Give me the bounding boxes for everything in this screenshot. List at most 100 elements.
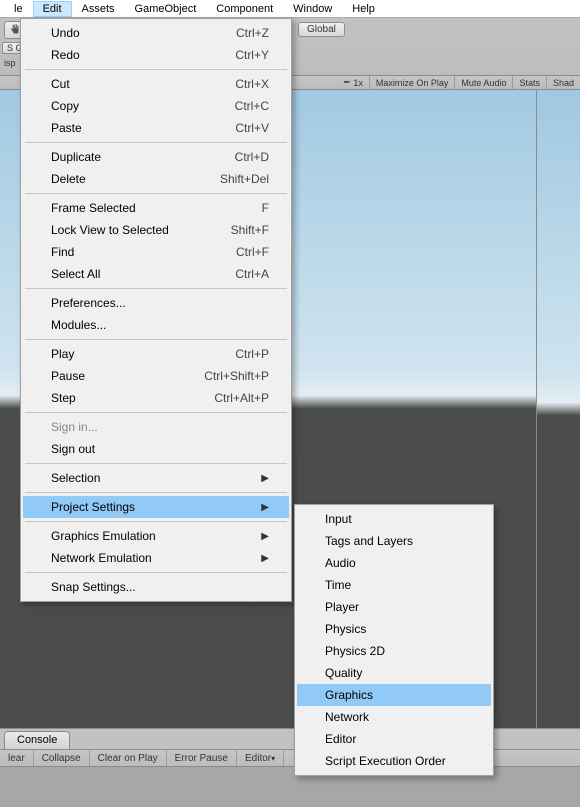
submenu-item-label: Audio: [325, 556, 356, 570]
menu-item-duplicate[interactable]: DuplicateCtrl+D: [23, 146, 289, 168]
submenu-item-player[interactable]: Player: [297, 596, 491, 618]
menu-item-label: Undo: [51, 26, 80, 40]
menu-item-redo[interactable]: RedoCtrl+Y: [23, 44, 289, 66]
maximize-on-play-toggle[interactable]: Maximize On Play: [370, 76, 456, 89]
submenu-item-label: Script Execution Order: [325, 754, 446, 768]
menu-item-label: Frame Selected: [51, 201, 136, 215]
menu-item-label: Preferences...: [51, 296, 126, 310]
menu-separator: [25, 193, 287, 194]
menu-item-sign-out[interactable]: Sign out: [23, 438, 289, 460]
menu-item-shortcut: Ctrl+V: [235, 121, 269, 135]
console-collapse-toggle[interactable]: Collapse: [34, 750, 90, 766]
menubar: le Edit Assets GameObject Component Wind…: [0, 0, 580, 18]
menu-item-shortcut: Ctrl+C: [235, 99, 269, 113]
mute-audio-toggle[interactable]: Mute Audio: [455, 76, 513, 89]
menu-item-network-emulation[interactable]: Network Emulation▶: [23, 547, 289, 569]
menu-item-label: Cut: [51, 77, 70, 91]
menu-item-delete[interactable]: Delete Shift+Del: [23, 168, 289, 190]
menu-separator: [25, 339, 287, 340]
project-settings-submenu: InputTags and LayersAudioTimePlayerPhysi…: [294, 504, 494, 776]
tab-console[interactable]: Console: [4, 731, 70, 749]
menu-gameobject[interactable]: GameObject: [125, 1, 207, 17]
menu-separator: [25, 492, 287, 493]
menu-item-label: Project Settings: [51, 500, 135, 514]
submenu-arrow-icon: ▶: [261, 502, 269, 513]
scale-indicator: ━1x: [338, 76, 370, 89]
disp-fragment: isp: [2, 58, 16, 68]
menu-item-frame-selected[interactable]: Frame SelectedF: [23, 197, 289, 219]
menu-item-copy[interactable]: Copy Ctrl+C: [23, 95, 289, 117]
menu-item-label: Delete: [51, 172, 86, 186]
console-editor-dropdown[interactable]: Editor: [237, 750, 284, 766]
menu-item-lock-view-to-selected[interactable]: Lock View to SelectedShift+F: [23, 219, 289, 241]
menu-item-label: Selection: [51, 471, 100, 485]
menu-separator: [25, 142, 287, 143]
menu-item-graphics-emulation[interactable]: Graphics Emulation▶: [23, 525, 289, 547]
menu-item-paste[interactable]: Paste Ctrl+V: [23, 117, 289, 139]
submenu-item-label: Editor: [325, 732, 356, 746]
menu-item-modules[interactable]: Modules...: [23, 314, 289, 336]
menu-item-project-settings[interactable]: Project Settings ▶: [23, 496, 289, 518]
menu-edit[interactable]: Edit: [33, 1, 72, 17]
scene-panel: ✱ Sc: [536, 76, 580, 728]
menu-item-play[interactable]: Play Ctrl+P: [23, 343, 289, 365]
menu-item-shortcut: Shift+Del: [220, 172, 269, 186]
console-clear-on-play-toggle[interactable]: Clear on Play: [90, 750, 167, 766]
menu-separator: [25, 572, 287, 573]
console-error-pause-toggle[interactable]: Error Pause: [167, 750, 237, 766]
menu-item-preferences[interactable]: Preferences...: [23, 292, 289, 314]
menu-item-pause[interactable]: PauseCtrl+Shift+P: [23, 365, 289, 387]
submenu-item-label: Graphics: [325, 688, 373, 702]
menu-item-find[interactable]: FindCtrl+F: [23, 241, 289, 263]
menu-item-label: Select All: [51, 267, 100, 281]
menu-item-select-all[interactable]: Select All Ctrl+A: [23, 263, 289, 285]
edit-menu-dropdown: Undo Ctrl+Z RedoCtrl+Y CutCtrl+X Copy Ctrl+C P…: [20, 18, 292, 602]
menu-separator: [25, 463, 287, 464]
menu-item-shortcut: Ctrl+F: [236, 245, 269, 259]
stats-toggle[interactable]: Stats: [513, 76, 547, 89]
submenu-item-label: Time: [325, 578, 351, 592]
submenu-item-audio[interactable]: Audio: [297, 552, 491, 574]
menu-item-snap-settings[interactable]: Snap Settings...: [23, 576, 289, 598]
menu-item-shortcut: Ctrl+Y: [235, 48, 269, 62]
console-clear-button[interactable]: lear: [0, 750, 34, 766]
submenu-item-time[interactable]: Time: [297, 574, 491, 596]
menu-separator: [25, 69, 287, 70]
submenu-item-graphics[interactable]: Graphics: [297, 684, 491, 706]
submenu-arrow-icon: ▶: [261, 473, 269, 484]
menu-assets[interactable]: Assets: [72, 1, 125, 17]
submenu-item-script-execution-order[interactable]: Script Execution Order: [297, 750, 491, 772]
menu-item-undo[interactable]: Undo Ctrl+Z: [23, 22, 289, 44]
menu-item-shortcut: Ctrl+P: [235, 347, 269, 361]
menu-item-label: Paste: [51, 121, 82, 135]
submenu-item-label: Network: [325, 710, 369, 724]
menu-item-selection[interactable]: Selection ▶: [23, 467, 289, 489]
menu-item-shortcut: Ctrl+A: [235, 267, 269, 281]
menu-item-shortcut: Ctrl+Z: [236, 26, 269, 40]
submenu-item-quality[interactable]: Quality: [297, 662, 491, 684]
menu-item-shortcut: Ctrl+Alt+P: [214, 391, 269, 405]
menu-window[interactable]: Window: [283, 1, 342, 17]
menu-item-label: Modules...: [51, 318, 106, 332]
menu-item-label: Copy: [51, 99, 79, 113]
submenu-item-physics[interactable]: Physics: [297, 618, 491, 640]
menu-item-shortcut: Ctrl+Shift+P: [204, 369, 269, 383]
menu-item-label: Sign out: [51, 442, 95, 456]
menu-item-label: Play: [51, 347, 74, 361]
submenu-item-physics-2d[interactable]: Physics 2D: [297, 640, 491, 662]
menu-item-step[interactable]: Step Ctrl+Alt+P: [23, 387, 289, 409]
submenu-item-tags-and-layers[interactable]: Tags and Layers: [297, 530, 491, 552]
menu-item-shortcut: Ctrl+D: [235, 150, 269, 164]
menu-item-label: Step: [51, 391, 76, 405]
menu-item-label: Graphics Emulation: [51, 529, 156, 543]
submenu-item-input[interactable]: Input: [297, 508, 491, 530]
global-toggle[interactable]: Global: [298, 22, 345, 37]
menu-component[interactable]: Component: [206, 1, 283, 17]
menu-separator: [25, 288, 287, 289]
submenu-item-editor[interactable]: Editor: [297, 728, 491, 750]
submenu-item-network[interactable]: Network: [297, 706, 491, 728]
menu-item-label: Lock View to Selected: [51, 223, 169, 237]
menu-item-cut[interactable]: CutCtrl+X: [23, 73, 289, 95]
menu-help[interactable]: Help: [342, 1, 385, 17]
menu-file[interactable]: le: [4, 1, 33, 17]
